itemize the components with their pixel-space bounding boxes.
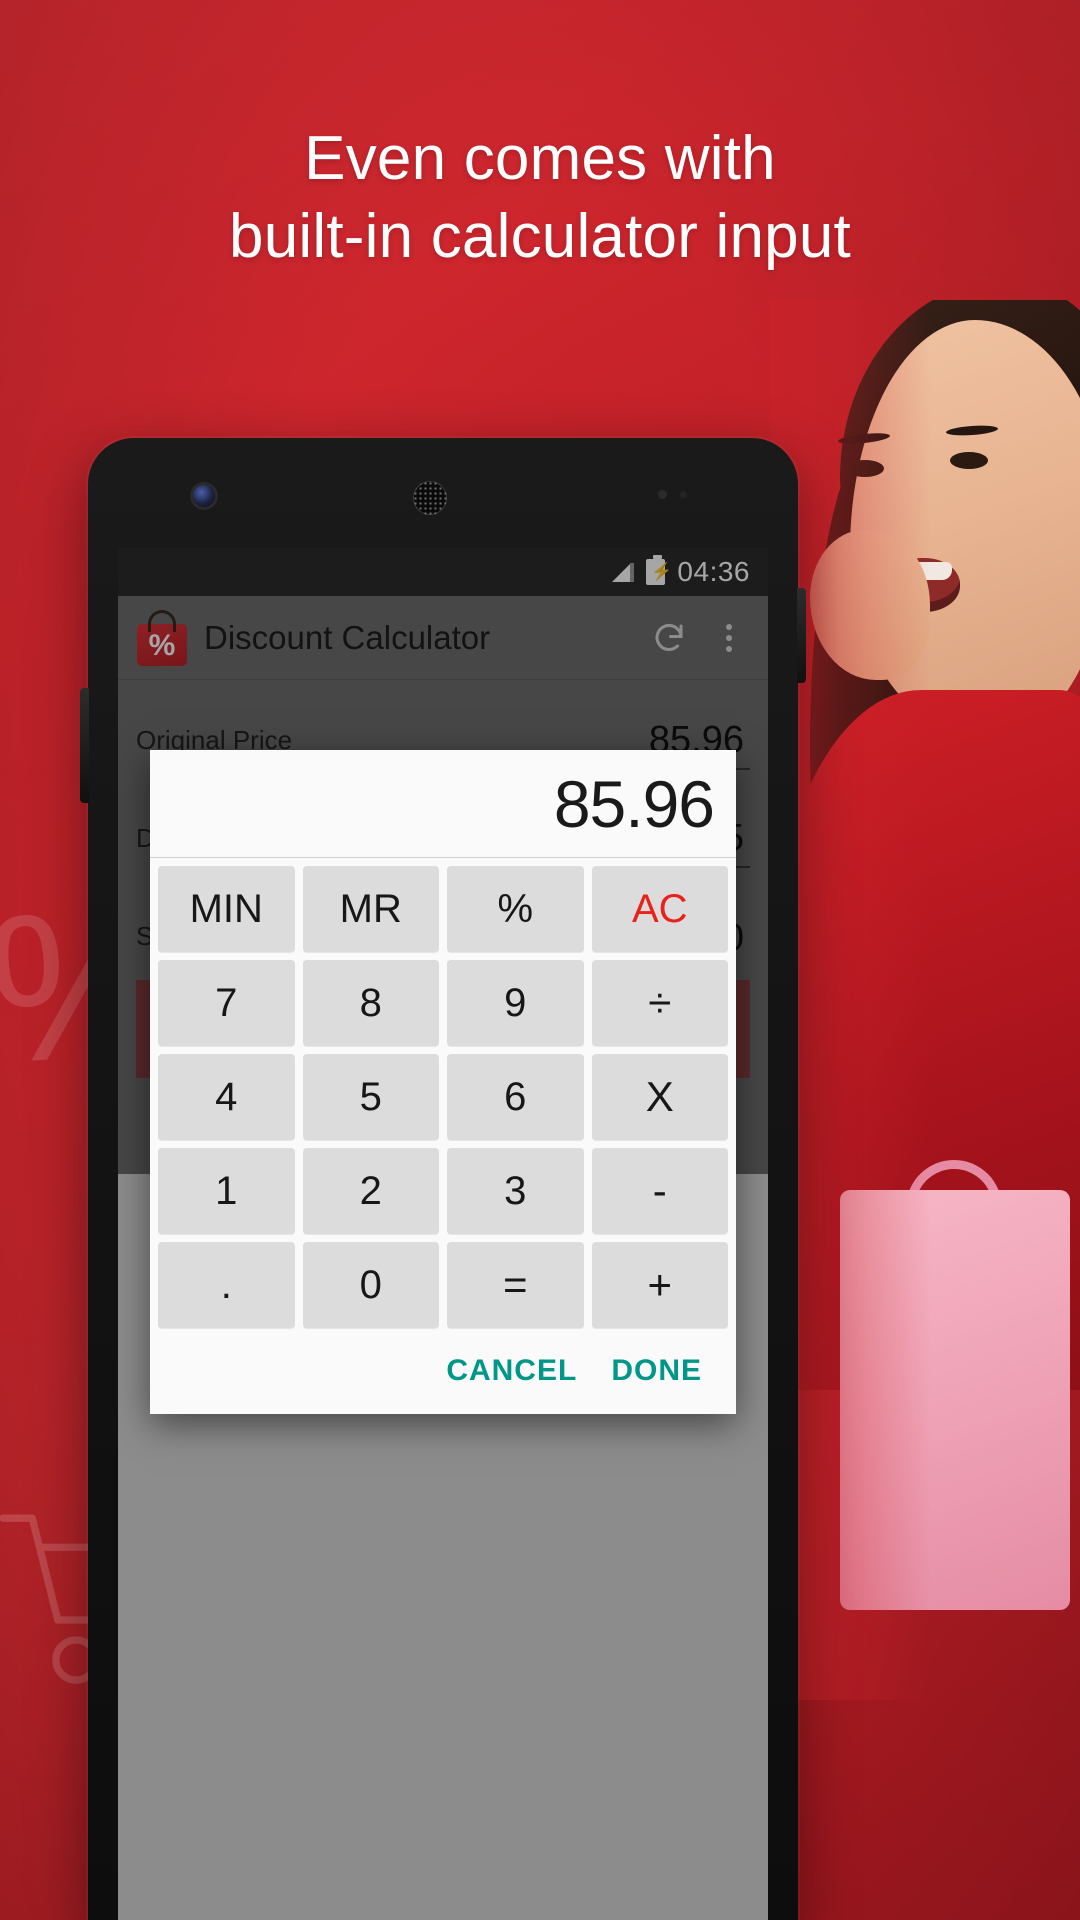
headline-line-1: Even comes with (304, 124, 776, 193)
calc-key-0[interactable]: 0 (302, 1242, 439, 1328)
calc-key-8[interactable]: 8 (302, 960, 439, 1046)
phone-screen: ⚡ 04:36 % Discount Calculator Original P… (118, 548, 768, 1920)
calculator-keypad: MIN MR% AC 7 8 9 ÷ 4 5 6 X 1 2 3-. 0 = + (150, 858, 736, 1332)
calc-key-[interactable]: - (591, 1148, 728, 1234)
calc-key-ac[interactable]: AC (591, 866, 728, 952)
calc-key-4[interactable]: 4 (158, 1054, 295, 1140)
cancel-button[interactable]: CANCEL (446, 1354, 577, 1388)
calc-key-9[interactable]: 9 (447, 960, 584, 1046)
calc-key-min[interactable]: MIN (158, 866, 295, 952)
calc-key-2[interactable]: 2 (302, 1148, 439, 1234)
power-button[interactable] (797, 588, 806, 683)
calc-key-[interactable]: ÷ (591, 960, 728, 1046)
calculator-display: 85.96 (150, 750, 736, 858)
calc-key-[interactable]: % (447, 866, 584, 952)
calc-key-[interactable]: . (158, 1242, 295, 1328)
calc-key-6[interactable]: 6 (447, 1054, 584, 1140)
volume-button[interactable] (80, 688, 89, 803)
calc-key-[interactable]: + (591, 1242, 728, 1328)
headline-line-2: built-in calculator input (229, 201, 851, 271)
calc-key-mr[interactable]: MR (302, 866, 439, 952)
calc-key-1[interactable]: 1 (158, 1148, 295, 1234)
phone-mockup: ⚡ 04:36 % Discount Calculator Original P… (80, 438, 806, 1920)
calculator-display-value: 85.96 (553, 766, 715, 841)
calculator-dialog: 85.96 MIN MR% AC 7 8 9 ÷ 4 5 6 X 1 2 3-. 0 = + CANCEL DO… (150, 750, 736, 1414)
earpiece-speaker (413, 481, 447, 515)
light-sensor (680, 491, 687, 498)
calc-key-5[interactable]: 5 (302, 1054, 439, 1140)
front-camera-icon (193, 485, 215, 507)
calc-key-[interactable]: = (447, 1242, 584, 1328)
model-photo (770, 300, 1080, 1700)
calc-key-3[interactable]: 3 (447, 1148, 584, 1234)
promo-headline: Even comes with built-in calculator inpu… (0, 120, 1080, 275)
calc-key-7[interactable]: 7 (158, 960, 295, 1046)
proximity-sensor (658, 490, 667, 499)
phone-bezel-top (88, 438, 798, 548)
done-button[interactable]: DONE (611, 1354, 702, 1388)
dialog-actions: CANCEL DONE (150, 1332, 736, 1414)
calc-key-x[interactable]: X (591, 1054, 728, 1140)
